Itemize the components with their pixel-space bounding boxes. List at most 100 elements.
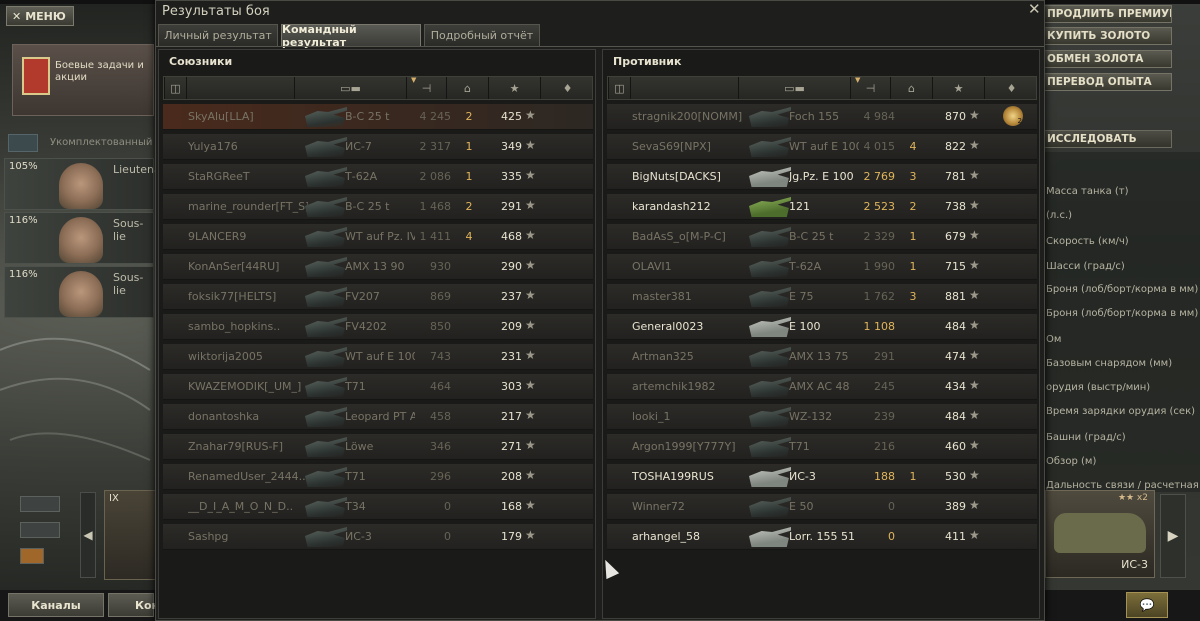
xp-value: 217 <box>501 410 522 423</box>
xp-star-icon: ★ <box>969 438 980 452</box>
missions-button[interactable]: Боевые задачи и акции <box>12 44 154 116</box>
sort-squad-icon[interactable]: ◫ <box>164 77 186 99</box>
sort-tank-icon[interactable]: ▭▬ <box>294 77 406 99</box>
tab-team[interactable]: Командный результат <box>281 23 421 49</box>
carousel-right-arrow[interactable]: ▶ <box>1160 494 1186 578</box>
table-row[interactable]: Yulya176 ИС-7 2 317 1 349 ★ <box>163 134 593 160</box>
channels-button[interactable]: Каналы <box>8 593 104 617</box>
crew-member[interactable]: 116% Sous-lie <box>4 212 154 264</box>
table-row[interactable]: RenamedUser_2444.. T71 296 208 ★ <box>163 464 593 490</box>
chat-icon: 💬 <box>1139 598 1155 612</box>
crew-button[interactable] <box>8 134 38 152</box>
table-row[interactable]: Sashpg ИС-3 0 179 ★ <box>163 524 593 550</box>
damage-value: 188 <box>874 470 895 483</box>
enemies-table-header: ◫ ▭▬ ▼ ⊣ ⌂ ★ ♦ <box>607 76 1037 100</box>
premium-label: ПРОДЛИТЬ ПРЕМИУМ <box>1047 8 1172 20</box>
table-row[interactable]: OLAVI1 Т-62А 1 990 1 715 ★ <box>607 254 1037 280</box>
table-row[interactable]: General0023 E 100 1 108 484 ★ <box>607 314 1037 340</box>
xp-value: 291 <box>501 200 522 213</box>
table-row[interactable]: marine_rounder[FT_S] В-С 25 t 1 468 2 291 ★ <box>163 194 593 220</box>
tank-name: AMX 13 75 <box>789 350 849 363</box>
table-row[interactable]: KWAZEMODIK[_UM_] T71 464 303 ★ <box>163 374 593 400</box>
damage-value: 0 <box>888 530 895 543</box>
table-row[interactable]: SevaS69[NPX] WT auf E 100 4 015 4 822 ★ <box>607 134 1037 160</box>
table-row[interactable]: 9LANCER9 WT auf Pz. IV 1 411 4 468 ★ <box>163 224 593 250</box>
crew-member[interactable]: 105% Lieutena <box>4 158 161 210</box>
crew-member[interactable]: 116% Sous-lie <box>4 266 154 318</box>
sort-damage-icon[interactable]: ▼ ⊣ <box>850 76 890 99</box>
table-row[interactable]: Argon1999[Y777Y] T71 216 460 ★ <box>607 434 1037 460</box>
stat-line: орудия (выстр/мин) <box>1046 382 1151 393</box>
chat-button[interactable]: 💬 <box>1126 592 1168 618</box>
menu-button[interactable]: ✕ МЕНЮ <box>6 6 74 26</box>
sort-kills-icon[interactable]: ⌂ <box>446 77 488 99</box>
damage-value: 458 <box>430 410 451 423</box>
table-row[interactable]: stragnik200[NOMM] Foch 155 4 984 870 ★ 2 <box>607 104 1037 130</box>
table-row[interactable]: looki_1 WZ-132 239 484 ★ <box>607 404 1037 430</box>
contacts-button[interactable]: Кон <box>108 593 159 617</box>
player-name: looki_1 <box>632 410 671 423</box>
tank-icon <box>305 407 347 427</box>
medal-icon[interactable]: 2 <box>1003 106 1023 126</box>
damage-value: 1 762 <box>863 290 896 303</box>
damage-value: 239 <box>874 410 895 423</box>
sort-damage-icon[interactable]: ▼ ⊣ <box>406 76 446 99</box>
sort-kills-icon[interactable]: ⌂ <box>890 77 932 99</box>
tank-carousel-item[interactable]: IX <box>104 490 159 580</box>
table-row[interactable]: Artman325 AMX 13 75 291 474 ★ <box>607 344 1037 370</box>
table-row[interactable]: karandash212 121 2 523 2 738 ★ <box>607 194 1037 220</box>
table-row[interactable]: Winner72 E 50 0 389 ★ <box>607 494 1037 520</box>
table-row[interactable]: __D_I_A_M_O_N_D.. T34 0 168 ★ <box>163 494 593 520</box>
buy-gold-button[interactable]: КУПИТЬ ЗОЛОТО <box>1042 27 1172 45</box>
xp-star-icon: ★ <box>525 318 536 332</box>
table-row[interactable]: Znahar79[RUS-F] Löwe 346 271 ★ <box>163 434 593 460</box>
table-row[interactable]: StaRGReeT Т-62А 2 086 1 335 ★ <box>163 164 593 190</box>
table-row[interactable]: arhangel_58 Lorr. 155 51 0 411 ★ <box>607 524 1037 550</box>
table-row[interactable]: BigNuts[DACKS] Jg.Pz. E 100 2 769 3 781 ★ <box>607 164 1037 190</box>
sort-medals-icon[interactable]: ♦ <box>540 77 594 99</box>
stat-line: Броня (лоб/борт/корма в мм) <box>1046 308 1199 319</box>
sort-player-column[interactable] <box>186 77 294 99</box>
tank-name: В-С 25 t <box>789 230 834 243</box>
table-row[interactable]: master381 E 75 1 762 3 881 ★ <box>607 284 1037 310</box>
sort-medals-icon[interactable]: ♦ <box>984 77 1038 99</box>
table-row[interactable]: BadAsS_o[M-P-C] В-С 25 t 2 329 1 679 ★ <box>607 224 1037 250</box>
xp-star-icon: ★ <box>525 288 536 302</box>
sort-squad-icon[interactable]: ◫ <box>608 77 630 99</box>
tank-name: T71 <box>345 380 366 393</box>
tank-icon <box>749 107 791 127</box>
table-row[interactable]: TOSHA199RUS ИС-3 188 1 530 ★ <box>607 464 1037 490</box>
tab-personal[interactable]: Личный результат <box>158 24 278 46</box>
carousel-left-arrow[interactable]: ◀ <box>80 492 96 578</box>
table-row[interactable]: SkyAlu[LLA] В-С 25 t 4 245 2 425 ★ <box>163 104 593 130</box>
table-row[interactable]: foksik77[HELTS] FV207 869 237 ★ <box>163 284 593 310</box>
selected-tank-card[interactable]: ★★ x2 ИС-3 <box>1045 490 1155 578</box>
research-button[interactable]: ИССЛЕДОВАТЬ <box>1042 130 1172 148</box>
damage-value: 2 317 <box>419 140 452 153</box>
premium-button[interactable]: ПРОДЛИТЬ ПРЕМИУМ <box>1042 5 1172 23</box>
shells-icon[interactable] <box>20 548 44 564</box>
globe-select[interactable] <box>20 496 60 512</box>
filter-select[interactable] <box>20 522 60 538</box>
close-icon[interactable]: ✕ <box>1028 0 1041 18</box>
missions-icon <box>22 57 50 95</box>
sort-xp-icon[interactable]: ★ <box>932 77 984 99</box>
table-row[interactable]: sambo_hopkins.. FV4202 850 209 ★ <box>163 314 593 340</box>
tab-detailed[interactable]: Подробный отчёт <box>424 24 540 46</box>
sort-arrow-icon: ▼ <box>855 76 861 84</box>
table-row[interactable]: KonAnSer[44RU] AMX 13 90 930 290 ★ <box>163 254 593 280</box>
xp-star-icon: ★ <box>969 138 980 152</box>
damage-value: 930 <box>430 260 451 273</box>
table-row[interactable]: wiktorija2005 WT auf E 100 743 231 ★ <box>163 344 593 370</box>
table-row[interactable]: donantoshka Leopard PT A 458 217 ★ <box>163 404 593 430</box>
tank-icon <box>305 197 347 217</box>
sort-player-column[interactable] <box>630 77 738 99</box>
xp-star-icon: ★ <box>969 348 980 362</box>
xp-value: 881 <box>945 290 966 303</box>
exchange-gold-button[interactable]: ОБМЕН ЗОЛОТА <box>1042 50 1172 68</box>
tank-icon <box>305 167 347 187</box>
sort-xp-icon[interactable]: ★ <box>488 77 540 99</box>
sort-tank-icon[interactable]: ▭▬ <box>738 77 850 99</box>
convert-xp-button[interactable]: ПЕРЕВОД ОПЫТА <box>1042 73 1172 91</box>
table-row[interactable]: artemchik1982 AMX AC 48 245 434 ★ <box>607 374 1037 400</box>
